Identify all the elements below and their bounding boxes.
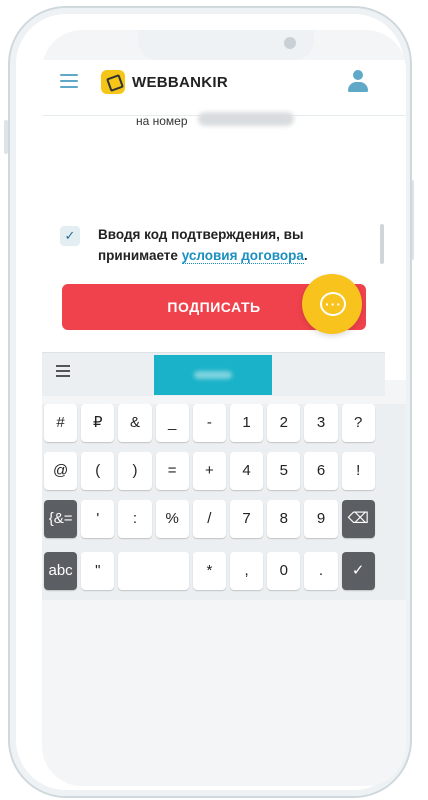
keyboard-key[interactable]: 7 xyxy=(230,500,264,538)
keyboard-key[interactable]: ? xyxy=(341,404,375,442)
keyboard-key[interactable]: ) xyxy=(118,452,152,490)
keyboard-key[interactable]: 5 xyxy=(267,452,301,490)
keyboard-key[interactable]: 1 xyxy=(230,404,264,442)
keyboard-key[interactable]: 3 xyxy=(304,404,338,442)
keyboard-key[interactable]: abc xyxy=(44,552,78,590)
keyboard-key[interactable]: & xyxy=(118,404,152,442)
keyboard-key[interactable]: : xyxy=(118,500,152,538)
scrollbar[interactable] xyxy=(380,224,384,264)
blurred-phone-number xyxy=(198,112,294,126)
keyboard-key[interactable]: ' xyxy=(81,500,115,538)
keyboard-key[interactable]: , xyxy=(230,552,264,590)
keyboard-key[interactable]: ✓ xyxy=(341,552,375,590)
keyboard-key[interactable]: # xyxy=(44,404,78,442)
hamburger-menu-icon[interactable] xyxy=(60,74,78,88)
screen-bottom-area xyxy=(42,600,406,786)
keyboard-key[interactable]: 6 xyxy=(304,452,338,490)
user-profile-icon[interactable] xyxy=(348,70,368,92)
keyboard-key[interactable]: _ xyxy=(155,404,189,442)
app-view xyxy=(42,60,406,380)
camera-icon xyxy=(284,37,296,49)
keyboard-key[interactable]: ( xyxy=(81,452,115,490)
consent-checkbox[interactable]: ✓ xyxy=(60,226,80,246)
keyboard-key[interactable]: + xyxy=(192,452,226,490)
keyboard-menu-icon[interactable] xyxy=(56,365,70,379)
keyboard-key[interactable]: ! xyxy=(341,452,375,490)
keyboard-key[interactable]: " xyxy=(81,552,115,590)
keyboard-key[interactable]: = xyxy=(155,452,189,490)
consent-text: Вводя код подтверждения, вы принимаете у… xyxy=(98,224,338,266)
keyboard-key[interactable]: {&= xyxy=(44,500,78,538)
phone-number-label: на номер xyxy=(136,114,188,128)
brand-name: WEBBANKIR xyxy=(132,74,229,91)
keyboard-suggestion[interactable] xyxy=(154,355,272,395)
webbankir-logo-icon xyxy=(101,70,125,94)
keyboard-key[interactable]: @ xyxy=(44,452,78,490)
keyboard-key[interactable]: . xyxy=(304,552,338,590)
keyboard-key[interactable]: 2 xyxy=(267,404,301,442)
chat-bubble-button[interactable]: ··· xyxy=(302,274,362,334)
keyboard-key[interactable]: * xyxy=(192,552,226,590)
keyboard-key[interactable]: / xyxy=(192,500,226,538)
keyboard-key[interactable]: % xyxy=(155,500,189,538)
keyboard-key[interactable]: ⌫ xyxy=(341,500,375,538)
keyboard-space-key[interactable] xyxy=(118,552,189,590)
keyboard-key[interactable]: 8 xyxy=(267,500,301,538)
keyboard-key[interactable]: - xyxy=(192,404,226,442)
chat-icon: ··· xyxy=(325,296,342,312)
keyboard-toolbar xyxy=(42,352,385,396)
keyboard-key[interactable]: 4 xyxy=(230,452,264,490)
contract-terms-link[interactable]: условия договора xyxy=(181,248,304,264)
consent-text-end: . xyxy=(303,248,308,263)
keyboard-key[interactable]: ₽ xyxy=(81,404,115,442)
keyboard-key[interactable]: 9 xyxy=(304,500,338,538)
keyboard-key[interactable]: 0 xyxy=(267,552,301,590)
